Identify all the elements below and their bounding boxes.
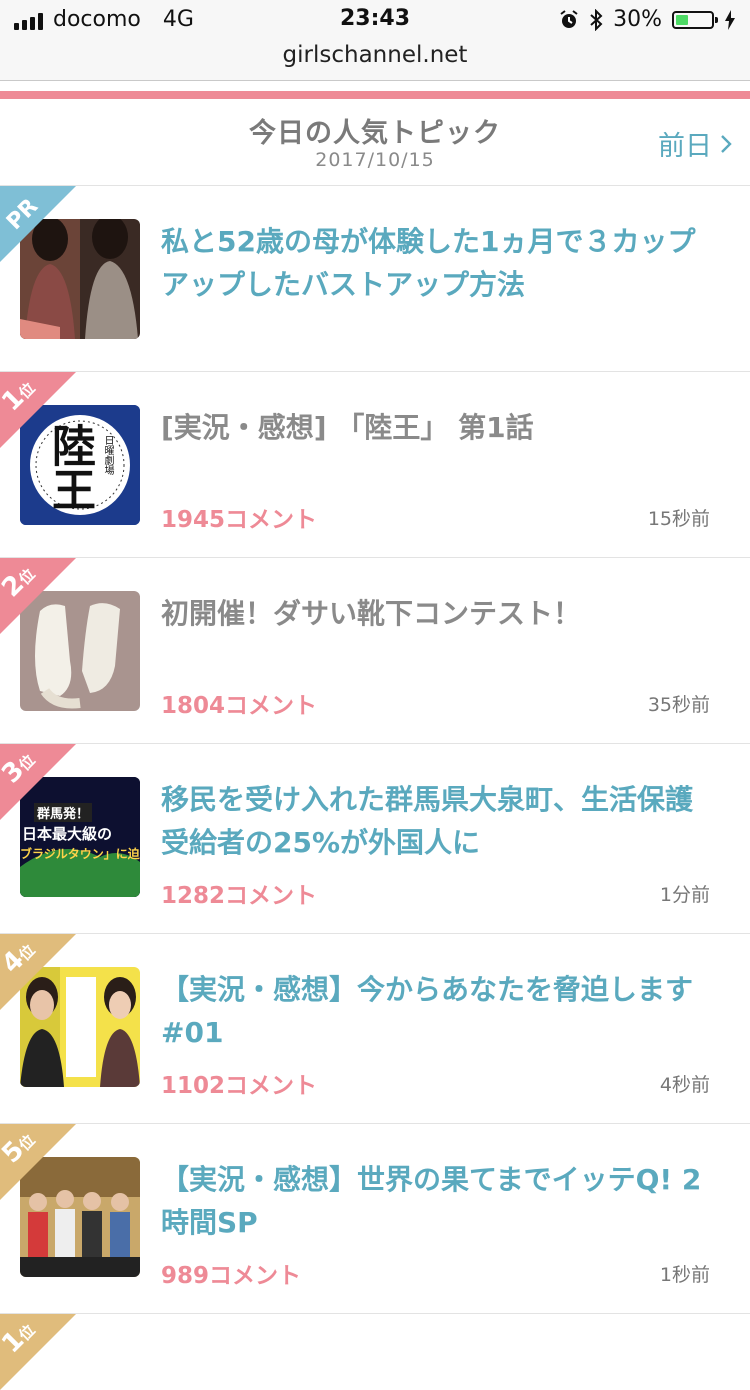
address-bar[interactable]: girlschannel.net [0, 40, 750, 81]
topic-item-rank-4[interactable]: 4位 【実況・感想】今からあなたを脅迫します #01 1102コメント 4秒前 [0, 934, 750, 1124]
topic-time: 15秒前 [647, 508, 710, 530]
alarm-icon [560, 9, 578, 28]
topic-item-rank-next[interactable]: 1位 [0, 1314, 750, 1390]
topic-title[interactable]: 移民を受け入れた群馬県大泉町、生活保護受給者の25%が外国人に [161, 778, 720, 864]
page-date: 2017/10/15 [315, 149, 435, 171]
topic-time: 4秒前 [659, 1074, 710, 1096]
thumbnail-caption-2: 日本最大級の [22, 825, 113, 843]
comment-count[interactable]: 1102コメント [161, 1066, 317, 1100]
thumbnail-subcaption: 日曜劇場 [102, 435, 113, 475]
battery-icon [672, 10, 718, 29]
status-bar: docomo 4G 23:43 30% [0, 0, 750, 40]
page-title: 今日の人気トピック [249, 118, 501, 149]
topic-time: 1分前 [659, 884, 710, 906]
topic-list: PR 私と52歳の母が体験した1ヵ月で３カップアップしたバストアップ方法 1位 [0, 186, 750, 1390]
charging-icon [725, 9, 735, 30]
topic-item-rank-1[interactable]: 1位 陸王 日曜劇場 [実況・感想] 「陸王」 第1話 1945コメント 15秒… [0, 372, 750, 558]
previous-day-label: 前日 [658, 131, 712, 162]
comment-count[interactable]: 1282コメント [161, 876, 317, 910]
topic-item-rank-2[interactable]: 2位 初開催！ダサい靴下コンテスト！ 1804コメント 35秒前 [0, 558, 750, 744]
topic-item-rank-5[interactable]: 5位 【実況・感想】世界の果てまでイッテQ! 2時間SP 989コメント 1秒前 [0, 1124, 750, 1314]
comment-count[interactable]: 1945コメント [161, 500, 317, 534]
bluetooth-icon [590, 8, 603, 31]
topic-item-rank-3[interactable]: 3位 群馬発！ 日本最大級の ブラジルタウン」に迫る 移民を受け入れた群馬県大泉… [0, 744, 750, 934]
previous-day-link[interactable]: 前日 [658, 124, 732, 163]
url-text: girlschannel.net [282, 42, 468, 68]
topic-time: 1秒前 [659, 1264, 710, 1286]
status-right: 30% [559, 7, 736, 32]
chevron-right-icon [721, 134, 732, 153]
topic-title[interactable]: 【実況・感想】世界の果てまでイッテQ! 2時間SP [161, 1158, 720, 1244]
comment-count[interactable]: 989コメント [161, 1256, 301, 1290]
page-header: 今日の人気トピック 2017/10/15 前日 [0, 99, 750, 186]
accent-stripe [0, 91, 750, 99]
battery-percent: 30% [613, 7, 662, 32]
topic-title[interactable]: [実況・感想] 「陸王」 第1話 [161, 406, 720, 449]
comment-count[interactable]: 1804コメント [161, 686, 317, 720]
topic-title[interactable]: 初開催！ダサい靴下コンテスト！ [161, 592, 720, 635]
topic-item-pr[interactable]: PR 私と52歳の母が体験した1ヵ月で３カップアップしたバストアップ方法 [0, 186, 750, 372]
topic-title[interactable]: 【実況・感想】今からあなたを脅迫します #01 [161, 968, 721, 1054]
topic-time: 35秒前 [647, 694, 710, 716]
thumbnail-caption-3: ブラジルタウン」に迫る [20, 847, 140, 861]
topic-title[interactable]: 私と52歳の母が体験した1ヵ月で３カップアップしたバストアップ方法 [161, 220, 720, 306]
